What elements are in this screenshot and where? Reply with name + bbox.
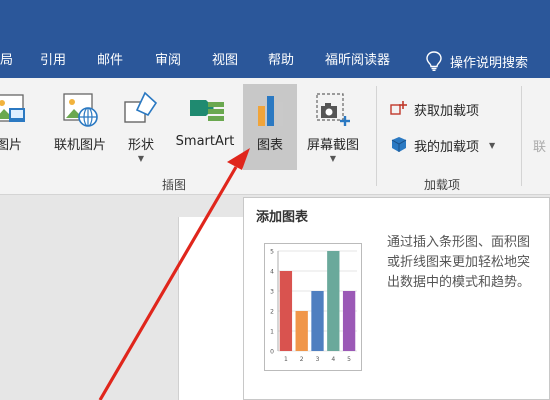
get-addins-button[interactable]: 获取加载项: [390, 96, 479, 122]
shapes-button[interactable]: 形状 ▼: [116, 84, 166, 170]
smartart-button[interactable]: SmartArt: [170, 84, 240, 170]
preview-y-tick-label: 4: [270, 269, 274, 276]
tab-review[interactable]: 审阅: [155, 44, 181, 78]
group-separator: [376, 86, 377, 186]
chart-label: 图表: [256, 138, 283, 153]
my-addins-label: 我的加载项: [414, 139, 480, 155]
tooltip-chart-preview: 0 1 2 3 4 5 1 2 3 4 5: [264, 243, 362, 371]
preview-bar: [311, 291, 324, 351]
my-addins-button[interactable]: 我的加载项 ▼: [390, 132, 495, 158]
preview-x-tick-label: 3: [316, 356, 320, 363]
get-addins-icon: [390, 101, 407, 115]
illustrations-group-label: 插图: [162, 178, 187, 192]
screenshot-button[interactable]: 屏幕截图 ▼: [300, 84, 366, 170]
preview-x-tick-label: 4: [331, 356, 335, 363]
tab-layout[interactable]: 局: [0, 44, 13, 78]
preview-bar: [342, 291, 356, 351]
tab-mailings[interactable]: 邮件: [97, 44, 123, 78]
preview-y-tick-label: 2: [270, 309, 274, 316]
smartart-label: SmartArt: [175, 134, 235, 149]
smartart-icon: [190, 100, 224, 121]
lightbulb-icon: [426, 51, 442, 71]
preview-bar: [295, 311, 308, 351]
group-separator-2: [521, 86, 522, 186]
chart-tooltip: 添加图表 0 1 2 3 4 5 1 2 3 4 5 通过插入条形图、面积图或折线图来更加轻松地突出…: [243, 197, 550, 400]
preview-x-tick-label: 2: [300, 356, 304, 363]
chart-button[interactable]: 图表: [243, 84, 297, 170]
tab-foxit-reader[interactable]: 福昕阅读器: [325, 44, 390, 78]
cut-off-button[interactable]: 联: [533, 132, 546, 158]
tab-view[interactable]: 视图: [212, 44, 238, 78]
shapes-icon: [124, 91, 158, 123]
cut-off-label: 联: [533, 139, 547, 155]
my-addins-dropdown-icon[interactable]: ▼: [489, 141, 495, 150]
tab-references[interactable]: 引用: [40, 44, 66, 78]
preview-bar: [279, 271, 293, 351]
preview-y-tick-label: 1: [270, 329, 274, 336]
my-addins-icon: [391, 137, 407, 152]
shapes-label: 形状: [127, 138, 154, 153]
tooltip-title: 添加图表: [256, 210, 309, 225]
shapes-dropdown-icon[interactable]: ▼: [116, 154, 166, 163]
screenshot-dropdown-icon[interactable]: ▼: [300, 154, 366, 163]
preview-x-tick-label: 5: [347, 356, 351, 363]
ribbon: 图片 联机图片 形状 ▼ SmartArt 图表 屏幕截图 ▼ 插图 获取加载项…: [0, 78, 550, 195]
preview-y-tick-label: 0: [270, 349, 274, 356]
picture-icon: [0, 94, 25, 122]
addins-group-label: 加载项: [424, 178, 461, 192]
preview-x-tick-label: 1: [284, 356, 288, 363]
preview-y-tick-label: 3: [270, 289, 274, 296]
online-pictures-icon: [63, 93, 98, 127]
preview-y-tick-label: 5: [270, 249, 274, 256]
get-addins-label: 获取加载项: [414, 103, 480, 119]
pictures-button[interactable]: 图片: [0, 84, 36, 170]
tab-help[interactable]: 帮助: [268, 44, 294, 78]
screenshot-icon: [316, 93, 350, 126]
tell-me-search[interactable]: 操作说明搜索: [426, 44, 528, 78]
online-pictures-label: 联机图片: [53, 138, 106, 153]
title-bar: [0, 0, 550, 44]
preview-bar: [327, 251, 340, 351]
chart-icon: [258, 96, 283, 126]
online-pictures-button[interactable]: 联机图片: [48, 84, 112, 170]
menu-bar: 局 引用 邮件 审阅 视图 帮助 福昕阅读器 操作说明搜索: [0, 44, 550, 78]
tooltip-description: 通过插入条形图、面积图或折线图来更加轻松地突出数据中的模式和趋势。: [387, 235, 531, 290]
pictures-label: 图片: [0, 138, 22, 153]
tell-me-label: 操作说明搜索: [450, 55, 529, 71]
screenshot-label: 屏幕截图: [306, 138, 359, 153]
